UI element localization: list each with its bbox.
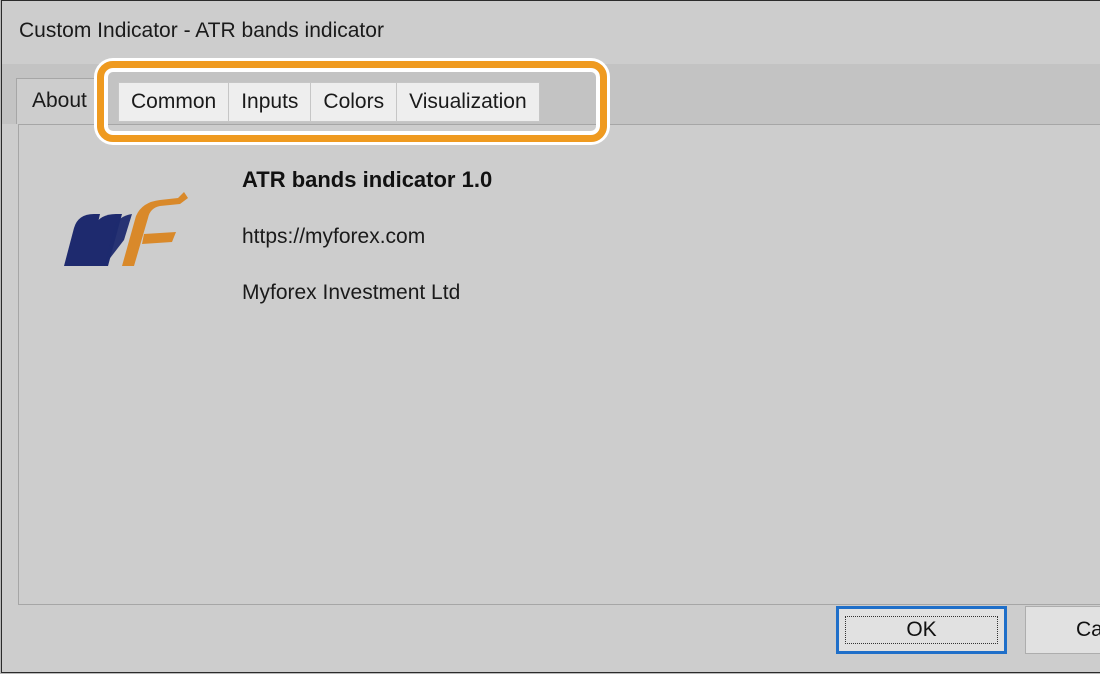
tab-about[interactable]: About <box>16 78 106 124</box>
ok-button[interactable]: OK <box>836 606 1007 654</box>
website-link[interactable]: https://myforex.com <box>242 225 425 249</box>
company-name: Myforex Investment Ltd <box>242 281 461 304</box>
tabs-highlight-callout <box>97 61 607 142</box>
title-bar[interactable]: Custom Indicator - ATR bands indicator <box>2 1 1100 64</box>
indicator-name: ATR bands indicator 1.0 <box>242 167 493 192</box>
ok-button-label: OK <box>845 616 998 644</box>
cancel-button-label: Ca <box>1076 618 1100 641</box>
cancel-button[interactable]: Ca <box>1025 606 1100 654</box>
tab-about-label: About <box>32 89 87 112</box>
myforex-logo <box>64 192 188 266</box>
window-title: Custom Indicator - ATR bands indicator <box>19 19 384 42</box>
